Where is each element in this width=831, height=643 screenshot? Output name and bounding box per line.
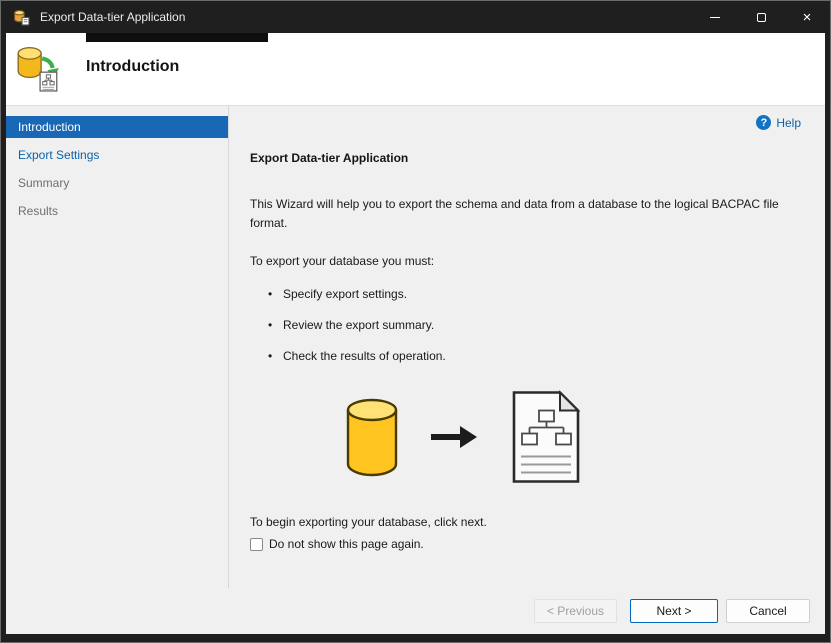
wizard-window: Export Data-tier Application × Introduct… — [0, 0, 831, 643]
help-row: ? Help — [756, 115, 801, 130]
sidebar-item-results: Results — [18, 204, 59, 218]
do-not-show-label[interactable]: Do not show this page again. — [269, 537, 424, 551]
transform-arrow-icon — [431, 426, 477, 449]
help-icon[interactable]: ? — [756, 115, 772, 130]
close-icon: × — [802, 8, 812, 26]
dialog-body: Introduction Introduction Export Setting… — [6, 33, 825, 634]
database-icon — [346, 399, 398, 477]
steps-sidebar: Introduction Export Settings Summary Res… — [6, 106, 229, 588]
intro-text: This Wizard will help you to export the … — [250, 197, 779, 231]
body-area: Introduction Export Settings Summary Res… — [6, 106, 825, 588]
bacpac-file-icon — [512, 390, 581, 484]
maximize-icon — [756, 12, 766, 22]
export-dac-icon — [15, 44, 61, 97]
requirements-label: To export your database you must: — [250, 254, 435, 269]
do-not-show-checkbox[interactable] — [250, 537, 263, 551]
app-icon — [13, 8, 31, 26]
window-title: Export Data-tier Application — [40, 10, 186, 24]
sidebar-item-summary: Summary — [18, 176, 70, 190]
sidebar-item-introduction[interactable]: Introduction — [6, 116, 228, 138]
content-pane: ? Help Export Data-tier Application This… — [230, 106, 825, 588]
begin-text: To begin exporting your database, click … — [250, 515, 487, 530]
requirement-item: Review the export summary. — [268, 318, 809, 332]
sidebar-item-export-settings[interactable]: Export Settings — [6, 144, 228, 166]
wizard-header: Introduction — [6, 33, 825, 106]
footer-button-bar: < Previous Next > Cancel — [6, 588, 825, 634]
minimize-icon — [710, 16, 720, 18]
requirements-list: Specify export settings. Review the expo… — [268, 287, 809, 363]
requirement-item: Check the results of operation. — [268, 349, 809, 363]
titlebar-tab-strip — [86, 33, 268, 42]
next-button[interactable]: Next > — [630, 599, 718, 623]
content-heading: Export Data-tier Application — [250, 151, 409, 165]
title-bar[interactable]: Export Data-tier Application × — [1, 1, 830, 33]
previous-button[interactable]: < Previous — [533, 599, 617, 623]
close-button[interactable]: × — [784, 1, 830, 33]
maximize-button[interactable] — [738, 1, 784, 33]
window-controls: × — [692, 1, 830, 33]
content-inner: Export Data-tier Application This Wizard… — [250, 151, 809, 551]
help-link[interactable]: Help — [776, 116, 801, 130]
requirement-item: Specify export settings. — [268, 287, 809, 301]
minimize-button[interactable] — [692, 1, 738, 33]
cancel-button[interactable]: Cancel — [726, 599, 810, 623]
do-not-show-row: Do not show this page again. — [250, 537, 809, 551]
page-title: Introduction — [86, 58, 180, 75]
export-illustration — [345, 387, 809, 487]
